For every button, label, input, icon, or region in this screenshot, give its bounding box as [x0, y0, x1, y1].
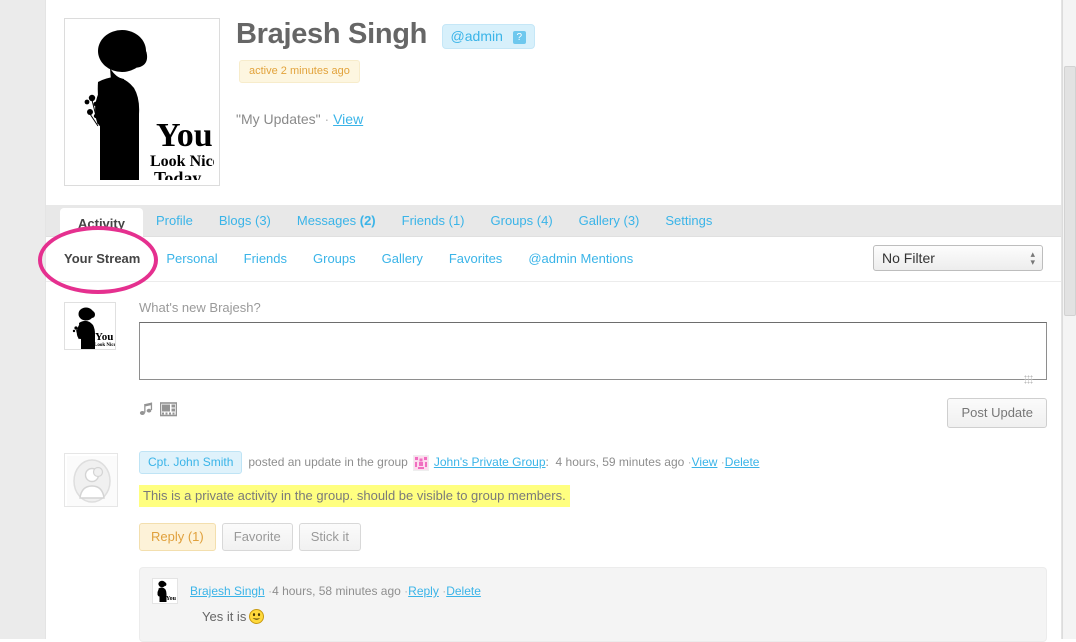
activity-action-text: posted an update in the group	[248, 455, 408, 469]
comment-author-avatar[interactable]: You	[152, 578, 178, 604]
activity-content-text: This is a private activity in the group.…	[139, 485, 570, 507]
comment-reply-link[interactable]: Reply	[408, 584, 439, 598]
tab-count: (4)	[536, 213, 553, 228]
subtab-friends[interactable]: Friends	[244, 251, 287, 266]
vertical-scrollbar[interactable]	[1062, 0, 1076, 639]
activity-content: This is a private activity in the group.…	[139, 485, 1043, 507]
activity-author-avatar[interactable]	[64, 453, 118, 507]
comment-delete-link[interactable]: Delete	[446, 584, 481, 598]
page-title: Brajesh Singh	[236, 18, 428, 50]
tab-settings[interactable]: Settings	[652, 205, 725, 237]
tab-label: Settings	[665, 213, 713, 228]
music-note-icon[interactable]	[139, 402, 154, 422]
view-updates-link[interactable]: View	[333, 111, 363, 127]
comment-body: Yes it is	[202, 609, 1034, 627]
resize-grip[interactable]	[1024, 375, 1033, 384]
activity-subnav: Your Stream Personal Friends Groups Gallery F…	[46, 237, 1061, 282]
stick-it-button[interactable]: Stick it	[298, 523, 362, 551]
scrollbar-thumb[interactable]	[1064, 66, 1076, 316]
activity-subnav-inner: Your Stream Personal Friends Groups Gallery F…	[46, 237, 1061, 281]
svg-text:You: You	[95, 331, 113, 343]
avatar[interactable]: You Look Nice Today	[64, 18, 220, 186]
svg-text:Look Nice: Look Nice	[94, 343, 115, 348]
activity-comment: You Brajesh Singh ·4 hours, 58 minutes a…	[139, 567, 1047, 642]
filter-dropdown-wrap: No Filter ▴ ▾	[873, 245, 1043, 271]
you-look-nice-today-art-tiny: You	[153, 579, 177, 603]
handle-badge[interactable]: @admin ?	[441, 24, 535, 49]
comment-meta: Brajesh Singh ·4 hours, 58 minutes ago ·…	[190, 578, 1034, 604]
my-updates-line: "My Updates" · View	[236, 111, 363, 127]
tab-friends[interactable]: Friends (1)	[389, 205, 478, 237]
you-look-nice-today-art-small: You Look Nice	[67, 305, 115, 349]
subtab-groups[interactable]: Groups	[313, 251, 356, 266]
svg-text:Today: Today	[154, 168, 201, 180]
activity-filter-select[interactable]: No Filter	[873, 245, 1043, 271]
smiley-face-icon	[249, 609, 265, 627]
separator: ·	[324, 111, 330, 127]
handle-text: @admin	[450, 28, 503, 44]
activity-author-name[interactable]: Cpt. John Smith	[139, 451, 243, 474]
tab-label: Gallery	[578, 213, 620, 228]
my-updates-label: "My Updates"	[236, 111, 321, 127]
tab-messages[interactable]: Messages (2)	[284, 205, 389, 237]
tab-profile[interactable]: Profile	[143, 205, 206, 237]
activity-timestamp: 4 hours, 59 minutes ago	[555, 455, 685, 469]
subtab-personal[interactable]: Personal	[166, 251, 217, 266]
tab-label: Groups	[490, 213, 534, 228]
tab-label: Friends	[401, 213, 445, 228]
activity-delete-link[interactable]: Delete	[725, 455, 760, 469]
comment-body-text: Yes it is	[202, 609, 247, 624]
tab-count: (2)	[359, 213, 376, 228]
mystery-person-icon	[67, 456, 117, 506]
tab-label: Blogs	[218, 213, 252, 228]
post-update-input[interactable]	[139, 322, 1047, 380]
tab-groups[interactable]: Groups (4)	[478, 205, 566, 237]
primary-tabs-inner: Activity Profile Blogs (3) Messages (2) Frie…	[46, 205, 1061, 241]
video-clip-icon[interactable]	[160, 402, 178, 422]
group-link[interactable]: John's Private Group	[434, 455, 546, 469]
tab-label: Profile	[155, 213, 193, 228]
help-icon[interactable]: ?	[512, 31, 526, 44]
current-user-avatar[interactable]: You Look Nice	[64, 302, 116, 350]
comment-timestamp: 4 hours, 58 minutes ago	[272, 584, 401, 598]
content-shell: You Look Nice Today Brajesh Singh @admin…	[45, 0, 1062, 642]
tab-gallery[interactable]: Gallery (3)	[566, 205, 653, 237]
whats-new-label: What's new Brajesh?	[139, 300, 261, 315]
post-update-button[interactable]: Post Update	[947, 398, 1047, 428]
group-identicon	[412, 455, 429, 471]
status-badge: active 2 minutes ago	[239, 60, 360, 83]
favorite-button[interactable]: Favorite	[221, 523, 293, 551]
post-tools: Post Update	[139, 398, 1047, 432]
activity-meta: Cpt. John Smith posted an update in the g…	[139, 451, 1043, 474]
profile-header: You Look Nice Today Brajesh Singh @admin…	[46, 0, 1061, 200]
tab-count: (1)	[448, 213, 465, 228]
avatar-artwork: You Look Nice Today	[70, 24, 214, 180]
comment-inner: You Brajesh Singh ·4 hours, 58 minutes a…	[152, 578, 1034, 627]
tab-count: (3)	[623, 213, 640, 228]
subtab-your-stream[interactable]: Your Stream	[64, 251, 140, 266]
reply-button[interactable]: Reply (1)	[139, 523, 216, 551]
activity-body: Cpt. John Smith posted an update in the g…	[139, 451, 1047, 642]
primary-tabs: Activity Profile Blogs (3) Messages (2) Frie…	[46, 205, 1061, 241]
svg-text:You: You	[166, 596, 177, 602]
tab-label: Activity	[78, 216, 125, 231]
page-root: You Look Nice Today Brajesh Singh @admin…	[0, 0, 1076, 642]
tab-label: Messages	[296, 213, 357, 228]
you-look-nice-today-art: You Look Nice Today	[70, 24, 214, 180]
post-body: What's new Brajesh? Post Update	[139, 300, 1047, 428]
tab-blogs[interactable]: Blogs (3)	[206, 205, 284, 237]
name-block: Brajesh Singh @admin ?	[236, 18, 535, 51]
activity-actions: Reply (1) Favorite Stick it	[139, 523, 1043, 551]
subtab-gallery[interactable]: Gallery	[382, 251, 423, 266]
subtab-mentions[interactable]: @admin Mentions	[528, 251, 633, 266]
svg-text:You: You	[156, 117, 213, 154]
comment-author-link[interactable]: Brajesh Singh	[190, 584, 265, 598]
group-colon: :	[545, 455, 549, 469]
activity-view-link[interactable]: View	[692, 455, 718, 469]
subtab-favorites[interactable]: Favorites	[449, 251, 502, 266]
tab-count: (3)	[254, 213, 271, 228]
